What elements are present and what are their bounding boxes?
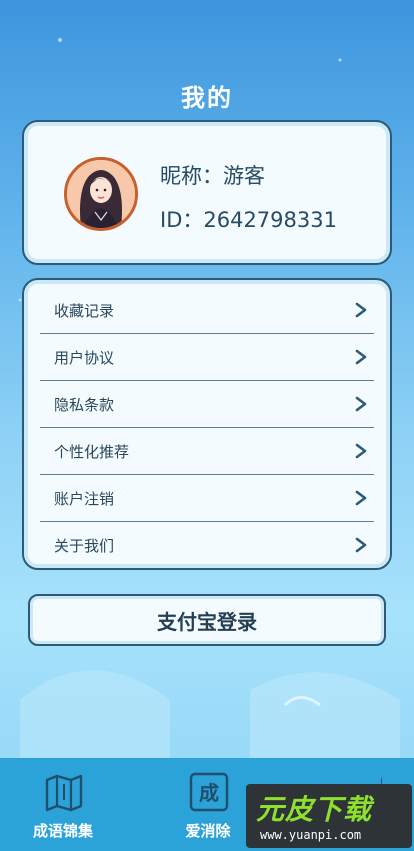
menu-item-label: 用户协议 — [54, 348, 115, 367]
chevron-right-icon — [355, 302, 367, 318]
tile-char: 成 — [199, 781, 219, 805]
chevron-right-icon — [355, 443, 367, 459]
avatar[interactable] — [64, 157, 138, 231]
chevron-right-icon — [355, 349, 367, 365]
menu-item-label: 隐私条款 — [54, 395, 115, 414]
tab-label: 成语锦集 — [32, 822, 93, 840]
menu-item-about-us[interactable]: 关于我们 — [40, 522, 374, 568]
tab-idiom-collection[interactable]: 成语锦集 — [3, 758, 123, 851]
watermark-url: www.yuanpi.com — [260, 828, 362, 842]
profile-card: 昵称：游客 ID：2642798331 — [22, 120, 392, 265]
user-id-text: ID：2642798331 — [160, 208, 337, 232]
cheng-tile-icon: 成 — [189, 772, 229, 812]
chevron-right-icon — [355, 396, 367, 412]
menu-item-account-deletion[interactable]: 账户注销 — [40, 475, 374, 522]
chevron-right-icon — [355, 490, 367, 506]
alipay-login-button[interactable]: 支付宝登录 — [28, 594, 386, 646]
nickname-text: 昵称：游客 — [160, 164, 265, 188]
menu-item-user-agreement[interactable]: 用户协议 — [40, 334, 374, 381]
menu-item-privacy[interactable]: 隐私条款 — [40, 381, 374, 428]
watermark-logo: 元皮下载 www.yuanpi.com — [246, 784, 412, 848]
login-button-label: 支付宝登录 — [157, 609, 257, 634]
watermark-title: 元皮下载 — [256, 793, 373, 826]
menu-item-label: 关于我们 — [54, 536, 115, 555]
map-book-icon — [45, 774, 83, 812]
chevron-right-icon — [355, 537, 367, 553]
menu-item-favorites[interactable]: 收藏记录 — [40, 287, 374, 334]
avatar-portrait-icon — [67, 160, 135, 228]
menu-item-personalized-recommendation[interactable]: 个性化推荐 — [40, 428, 374, 475]
menu-item-label: 个性化推荐 — [54, 442, 130, 461]
page-title: 我的 — [181, 84, 233, 112]
menu-item-label: 收藏记录 — [54, 301, 115, 320]
settings-menu: 收藏记录 用户协议 隐私条款 个性化推荐 账户注销 关于我们 — [22, 278, 392, 570]
menu-item-label: 账户注销 — [54, 489, 115, 508]
